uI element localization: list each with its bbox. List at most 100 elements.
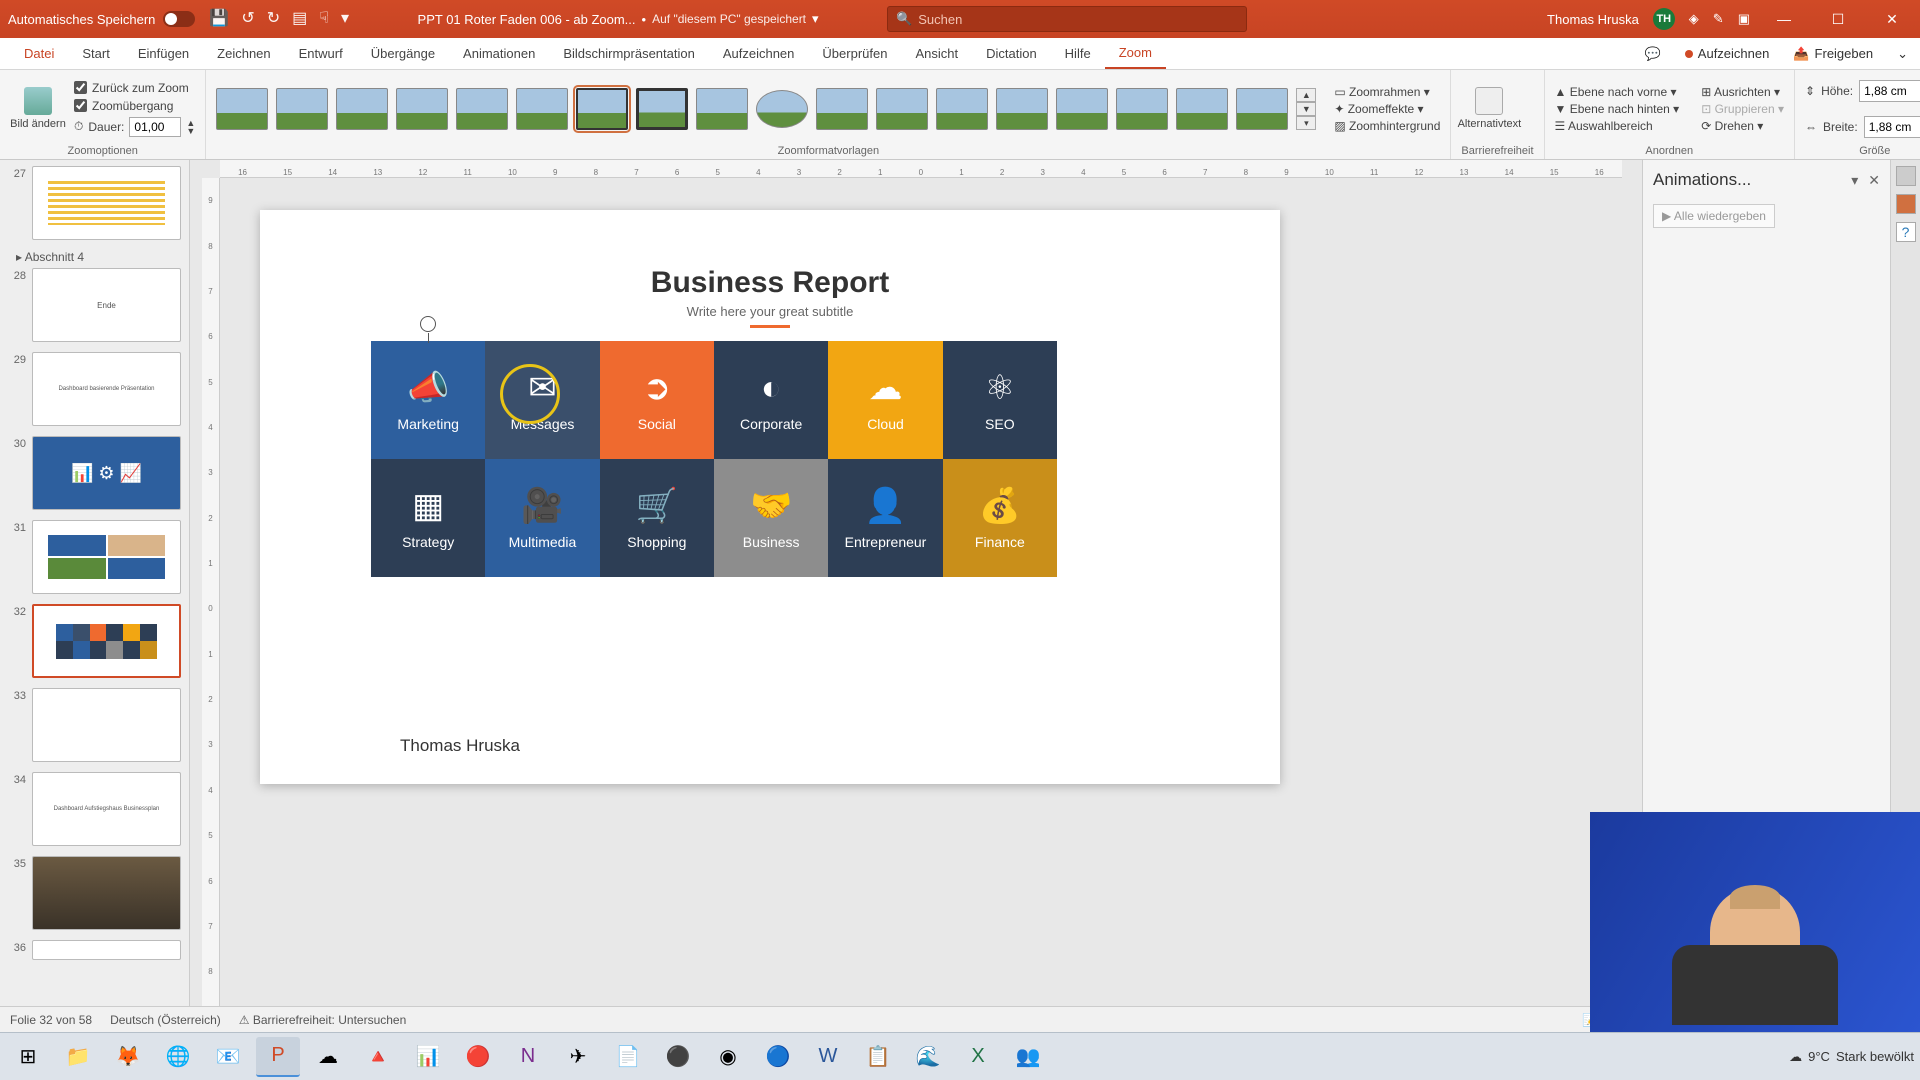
zoom-style-14[interactable]: [996, 88, 1048, 130]
tile-multimedia[interactable]: 🎥Multimedia: [485, 459, 599, 577]
tab-bildschirm[interactable]: Bildschirmpräsentation: [549, 38, 709, 69]
telegram-icon[interactable]: ✈: [556, 1037, 600, 1077]
ebene-vorne-button[interactable]: ▲ Ebene nach vorne ▾: [1555, 85, 1680, 99]
tile-seo[interactable]: ⚛SEO: [943, 341, 1057, 459]
search-box[interactable]: 🔍: [887, 6, 1247, 32]
zoom-style-18[interactable]: [1236, 88, 1288, 130]
tile-business[interactable]: 🤝Business: [714, 459, 828, 577]
app-icon-3[interactable]: 🔴: [456, 1037, 500, 1077]
zoom-style-5[interactable]: [456, 88, 508, 130]
zoom-style-1[interactable]: [216, 88, 268, 130]
comments-button[interactable]: 💬: [1633, 38, 1673, 69]
title-dropdown-icon[interactable]: ▾: [812, 11, 819, 27]
qat-more-icon[interactable]: ▾: [341, 11, 349, 27]
slide-subtitle[interactable]: Write here your great subtitle: [260, 304, 1280, 328]
alternativtext-button[interactable]: Alternativtext: [1461, 87, 1517, 130]
gallery-up-icon[interactable]: ▲: [1296, 88, 1316, 102]
gallery-more-icon[interactable]: ▾: [1296, 116, 1316, 130]
tab-ueberpruefen[interactable]: Überprüfen: [808, 38, 901, 69]
width-input[interactable]: [1864, 116, 1920, 138]
zoom-style-2[interactable]: [276, 88, 328, 130]
slide-thumb-27[interactable]: [32, 166, 181, 240]
explorer-icon[interactable]: 📁: [56, 1037, 100, 1077]
slide-thumb-29[interactable]: Dashboard basierende Präsentation: [32, 352, 181, 426]
zoom-style-11[interactable]: [816, 88, 868, 130]
zoom-style-6[interactable]: [516, 88, 568, 130]
zoom-style-13[interactable]: [936, 88, 988, 130]
user-avatar[interactable]: TH: [1653, 8, 1675, 30]
tile-corporate[interactable]: ◐Corporate: [714, 341, 828, 459]
teams-icon[interactable]: 👥: [1006, 1037, 1050, 1077]
zoomhintergrund-button[interactable]: ▨ Zoomhintergrund: [1334, 119, 1440, 133]
vlc-icon[interactable]: 🔺: [356, 1037, 400, 1077]
status-language[interactable]: Deutsch (Österreich): [110, 1013, 221, 1027]
pane-dropdown-icon[interactable]: ▾: [1851, 172, 1858, 189]
slide-thumb-28[interactable]: Ende: [32, 268, 181, 342]
firefox-icon[interactable]: 🦊: [106, 1037, 150, 1077]
zoom-style-gallery[interactable]: ▲ ▼ ▾: [216, 88, 1316, 130]
maximize-button[interactable]: ☐: [1818, 11, 1858, 28]
tab-dictation[interactable]: Dictation: [972, 38, 1051, 69]
selected-object[interactable]: 📣Marketing✉Messages➲Social◐Corporate☁Clo…: [370, 340, 1090, 578]
slide-thumb-33[interactable]: [32, 688, 181, 762]
app-icon-1[interactable]: ☁: [306, 1037, 350, 1077]
zoom-style-12[interactable]: [876, 88, 928, 130]
excel-icon[interactable]: X: [956, 1037, 1000, 1077]
slide-canvas[interactable]: Business Report Write here your great su…: [260, 210, 1280, 784]
app-icon-4[interactable]: 📄: [606, 1037, 650, 1077]
redo-icon[interactable]: ↻: [267, 11, 280, 27]
tab-hilfe[interactable]: Hilfe: [1051, 38, 1105, 69]
slide-author[interactable]: Thomas Hruska: [400, 736, 520, 756]
drehen-button[interactable]: ⟳ Drehen ▾: [1701, 119, 1784, 133]
tile-shopping[interactable]: 🛒Shopping: [600, 459, 714, 577]
tab-datei[interactable]: Datei: [10, 38, 68, 69]
slide-thumb-34[interactable]: Dashboard Aufstiegshaus Businessplan: [32, 772, 181, 846]
edge-icon[interactable]: 🌊: [906, 1037, 950, 1077]
slide-title[interactable]: Business Report: [260, 266, 1280, 300]
tab-zeichnen[interactable]: Zeichnen: [203, 38, 284, 69]
aufzeichnen-button[interactable]: Aufzeichnen: [1673, 38, 1782, 69]
strip-btn-1[interactable]: [1896, 166, 1916, 186]
zurueck-zum-zoom-checkbox[interactable]: Zurück zum Zoom: [74, 81, 195, 95]
tab-entwurf[interactable]: Entwurf: [285, 38, 357, 69]
collapse-ribbon-icon[interactable]: ⌄: [1885, 38, 1920, 69]
gallery-down-icon[interactable]: ▼: [1296, 102, 1316, 116]
tab-zoom[interactable]: Zoom: [1105, 38, 1166, 69]
weather-widget[interactable]: ☁ 9°C Stark bewölkt: [1789, 1049, 1914, 1065]
freigeben-button[interactable]: 📤 Freigeben: [1781, 38, 1885, 69]
powerpoint-icon[interactable]: P: [256, 1037, 300, 1077]
zoom-style-9[interactable]: [696, 88, 748, 130]
help-icon[interactable]: ?: [1896, 222, 1916, 242]
touch-icon[interactable]: ☟: [319, 11, 329, 27]
zoom-style-16[interactable]: [1116, 88, 1168, 130]
slide-thumbnails-panel[interactable]: 27 ▸ Abschnitt 4 28 Ende 29 Dashboard ba…: [0, 160, 190, 1050]
diamond-icon[interactable]: ◈: [1689, 11, 1699, 27]
tile-social[interactable]: ➲Social: [600, 341, 714, 459]
zoomuebergang-checkbox[interactable]: Zoomübergang: [74, 99, 195, 113]
tile-cloud[interactable]: ☁Cloud: [828, 341, 942, 459]
obs-icon[interactable]: ⚫: [656, 1037, 700, 1077]
undo-icon[interactable]: ↺: [241, 11, 254, 27]
zoom-style-3[interactable]: [336, 88, 388, 130]
slide-editor[interactable]: 1615141312111098765432101234567891011121…: [190, 160, 1642, 1050]
slide-thumb-31[interactable]: [32, 520, 181, 594]
ausrichten-button[interactable]: ⊞ Ausrichten ▾: [1701, 85, 1784, 99]
zoom-style-4[interactable]: [396, 88, 448, 130]
window-icon[interactable]: ▣: [1738, 11, 1750, 27]
height-input[interactable]: [1859, 80, 1920, 102]
outlook-icon[interactable]: 📧: [206, 1037, 250, 1077]
status-accessibility[interactable]: ⚠ Barrierefreiheit: Untersuchen: [239, 1013, 407, 1027]
onenote-icon[interactable]: N: [506, 1037, 550, 1077]
app-icon-2[interactable]: 📊: [406, 1037, 450, 1077]
chrome-icon[interactable]: 🌐: [156, 1037, 200, 1077]
app-icon-6[interactable]: 🔵: [756, 1037, 800, 1077]
pane-close-icon[interactable]: ✕: [1868, 172, 1880, 189]
tab-aufzeichnen[interactable]: Aufzeichnen: [709, 38, 809, 69]
slide-thumb-35[interactable]: [32, 856, 181, 930]
tile-marketing[interactable]: 📣Marketing: [371, 341, 485, 459]
zoom-style-17[interactable]: [1176, 88, 1228, 130]
slide-thumb-30[interactable]: 📊 ⚙ 📈: [32, 436, 181, 510]
play-all-button[interactable]: ▶ Alle wiedergeben: [1653, 204, 1775, 228]
tab-animationen[interactable]: Animationen: [449, 38, 549, 69]
close-button[interactable]: ✕: [1872, 11, 1912, 28]
